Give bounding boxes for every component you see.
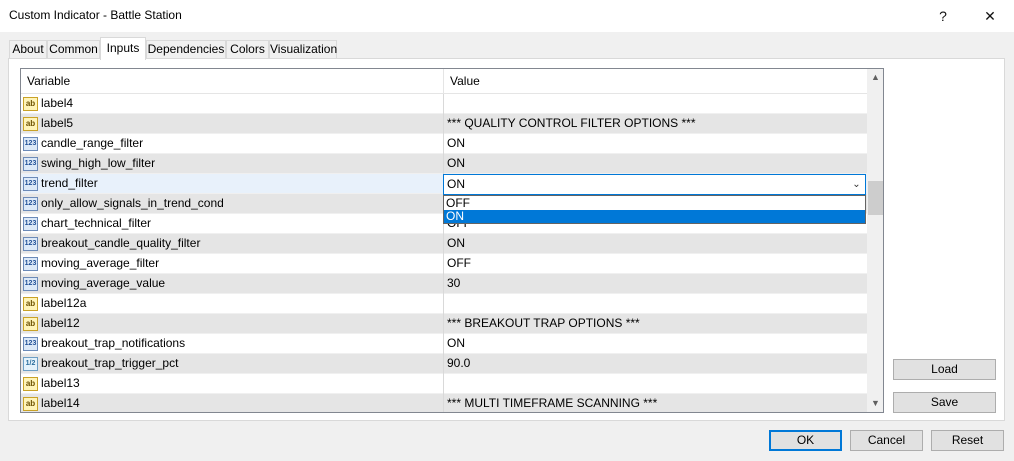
value-cell[interactable]: OFF	[443, 254, 867, 274]
variable-cell: chart_technical_filter	[41, 216, 152, 230]
string-type-icon: ab	[23, 297, 38, 311]
reset-button[interactable]: Reset	[931, 430, 1004, 451]
value-cell[interactable]: *** BREAKOUT TRAP OPTIONS ***	[443, 314, 867, 334]
table-row[interactable]: label4 ab	[21, 94, 867, 114]
string-type-icon: ab	[23, 97, 38, 111]
value-cell[interactable]	[443, 294, 867, 314]
integer-type-icon: 123	[23, 137, 38, 151]
table-row[interactable]: swing_high_low_filter 123 ON	[21, 154, 867, 174]
variable-cell: breakout_trap_trigger_pct	[41, 356, 179, 370]
tab-visualization[interactable]: Visualization	[269, 40, 337, 59]
value-cell[interactable]: 30	[443, 274, 867, 294]
variable-cell: label5	[41, 116, 74, 130]
table-row[interactable]: label14 ab *** MULTI TIMEFRAME SCANNING **…	[21, 394, 867, 412]
value-cell[interactable]: ON	[443, 134, 867, 154]
header-variable[interactable]: Variable	[21, 69, 443, 94]
integer-type-icon: 123	[23, 277, 38, 291]
value-cell[interactable]: *** QUALITY CONTROL FILTER OPTIONS ***	[443, 114, 867, 134]
variable-cell: moving_average_filter	[41, 256, 160, 270]
value-cell[interactable]: 90.0	[443, 354, 867, 374]
double-type-icon: 1/2	[23, 357, 38, 371]
string-type-icon: ab	[23, 397, 38, 411]
vertical-scrollbar[interactable]: ▲ ▼	[867, 69, 883, 412]
variable-cell: only_allow_signals_in_trend_cond	[41, 196, 224, 210]
trend-filter-combo[interactable]: ON ⌄	[443, 174, 866, 195]
close-icon[interactable]: ✕	[975, 4, 1005, 28]
scroll-thumb[interactable]	[868, 181, 883, 215]
integer-type-icon: 123	[23, 257, 38, 271]
scroll-down-icon[interactable]: ▼	[867, 395, 883, 412]
save-button[interactable]: Save	[893, 392, 996, 413]
help-icon[interactable]: ?	[928, 4, 958, 28]
variable-cell: label4	[41, 96, 74, 110]
variable-cell: label14	[41, 396, 80, 410]
load-button[interactable]: Load	[893, 359, 996, 380]
table-row[interactable]: label12a ab	[21, 294, 867, 314]
integer-type-icon: 123	[23, 337, 38, 351]
variable-cell: swing_high_low_filter	[41, 156, 156, 170]
tab-colors[interactable]: Colors	[226, 40, 269, 59]
variable-cell: moving_average_value	[41, 276, 166, 290]
title-bar: Custom Indicator - Battle Station ? ✕	[0, 0, 1014, 32]
combo-dropdown-list: OFF ON	[443, 195, 866, 224]
table-row[interactable]: label13 ab	[21, 374, 867, 394]
inputs-grid: Variable Value label4 ab label5 ab *** QUALI…	[20, 68, 884, 413]
table-row[interactable]: breakout_trap_trigger_pct 1/2 90.0	[21, 354, 867, 374]
variable-cell: trend_filter	[41, 176, 98, 190]
value-cell[interactable]	[443, 94, 867, 114]
table-row[interactable]: candle_range_filter 123 ON	[21, 134, 867, 154]
variable-cell: breakout_trap_notifications	[41, 336, 186, 350]
string-type-icon: ab	[23, 117, 38, 131]
tab-common[interactable]: Common	[47, 40, 100, 59]
variable-cell: label12a	[41, 296, 87, 310]
value-cell[interactable]	[443, 374, 867, 394]
combo-value: ON	[447, 177, 465, 191]
table-row[interactable]: moving_average_value 123 30	[21, 274, 867, 294]
value-cell[interactable]: ON	[443, 334, 867, 354]
grid-rows: label4 ab label5 ab *** QUALITY CONTROL FILT…	[21, 94, 867, 412]
dropdown-option-on[interactable]: ON	[444, 210, 865, 223]
dropdown-option-off[interactable]: OFF	[444, 197, 865, 210]
table-row[interactable]: breakout_trap_notifications 123 ON	[21, 334, 867, 354]
tab-about[interactable]: About	[9, 40, 47, 59]
integer-type-icon: 123	[23, 237, 38, 251]
integer-type-icon: 123	[23, 157, 38, 171]
header-value[interactable]: Value	[443, 69, 867, 94]
table-row[interactable]: moving_average_filter 123 OFF	[21, 254, 867, 274]
value-cell[interactable]: ON	[443, 234, 867, 254]
variable-cell: candle_range_filter	[41, 136, 144, 150]
cancel-button[interactable]: Cancel	[850, 430, 923, 451]
variable-cell: label13	[41, 376, 80, 390]
integer-type-icon: 123	[23, 197, 38, 211]
value-cell[interactable]: *** MULTI TIMEFRAME SCANNING ***	[443, 394, 867, 412]
table-row[interactable]: label5 ab *** QUALITY CONTROL FILTER OPTIO…	[21, 114, 867, 134]
chevron-down-icon[interactable]: ⌄	[848, 175, 865, 194]
scroll-up-icon[interactable]: ▲	[867, 69, 883, 86]
string-type-icon: ab	[23, 377, 38, 391]
tab-dependencies[interactable]: Dependencies	[146, 40, 226, 59]
variable-cell: breakout_candle_quality_filter	[41, 236, 201, 250]
grid-header: Variable Value	[21, 69, 867, 94]
value-cell[interactable]: ON	[443, 154, 867, 174]
string-type-icon: ab	[23, 317, 38, 331]
variable-cell: label12	[41, 316, 80, 330]
table-row[interactable]: breakout_candle_quality_filter 123 ON	[21, 234, 867, 254]
window-title: Custom Indicator - Battle Station	[9, 8, 182, 22]
integer-type-icon: 123	[23, 177, 38, 191]
integer-type-icon: 123	[23, 217, 38, 231]
tab-inputs[interactable]: Inputs	[100, 37, 146, 60]
ok-button[interactable]: OK	[769, 430, 842, 451]
table-row[interactable]: label12 ab *** BREAKOUT TRAP OPTIONS ***	[21, 314, 867, 334]
